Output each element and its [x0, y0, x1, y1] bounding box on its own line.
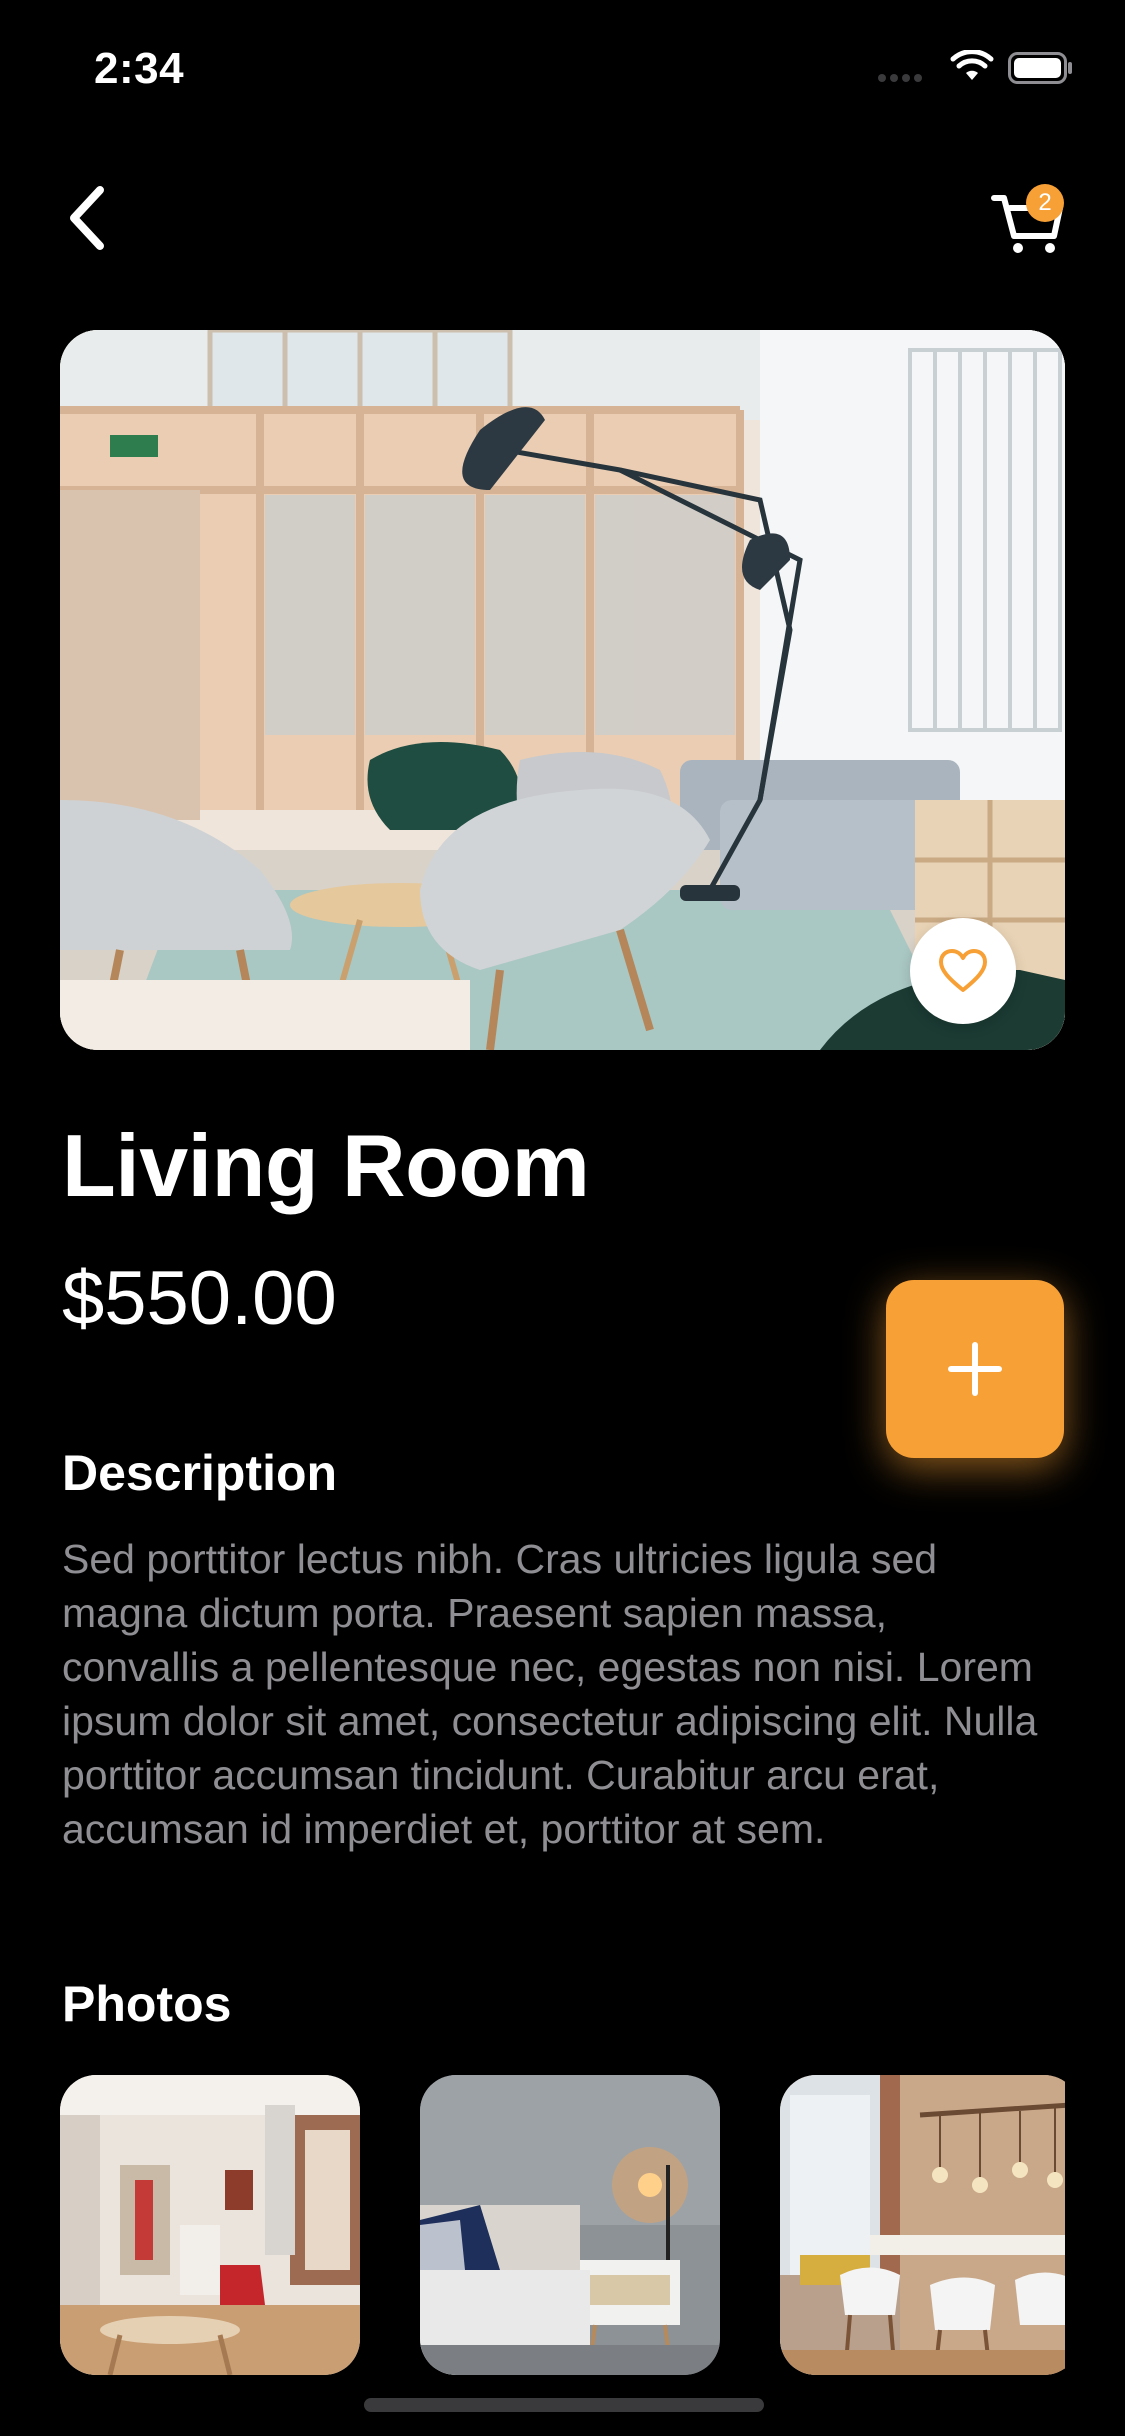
cart-count-badge: 2 [1026, 184, 1064, 222]
product-image [60, 330, 1065, 1050]
heart-icon [939, 949, 987, 992]
cart-button[interactable]: 2 [990, 176, 1066, 256]
battery-icon [1008, 52, 1072, 84]
favorite-button[interactable] [910, 918, 1016, 1024]
back-button[interactable] [56, 178, 116, 258]
photos-gallery[interactable] [60, 2075, 1065, 2375]
status-bar: 2:34 [0, 0, 1125, 140]
chevron-left-icon [70, 186, 104, 250]
home-indicator [364, 2398, 764, 2412]
photos-heading: Photos [62, 1976, 232, 2032]
photo-thumbnail-living-room[interactable] [60, 2075, 360, 2375]
plus-icon [948, 1342, 1002, 1396]
wifi-icon [950, 50, 994, 80]
photo-thumbnail-bedroom[interactable] [420, 2075, 720, 2375]
product-title: Living Room [62, 1116, 590, 1215]
photo-thumbnail-dining-room[interactable] [780, 2075, 1065, 2375]
add-to-cart-button[interactable] [886, 1280, 1064, 1458]
description-heading: Description [62, 1445, 338, 1501]
cellular-signal-icon [878, 74, 922, 82]
description-text: Sed porttitor lectus nibh. Cras ultricie… [62, 1536, 1038, 1852]
product-price: $550.00 [62, 1256, 337, 1341]
status-time: 2:34 [94, 44, 185, 93]
